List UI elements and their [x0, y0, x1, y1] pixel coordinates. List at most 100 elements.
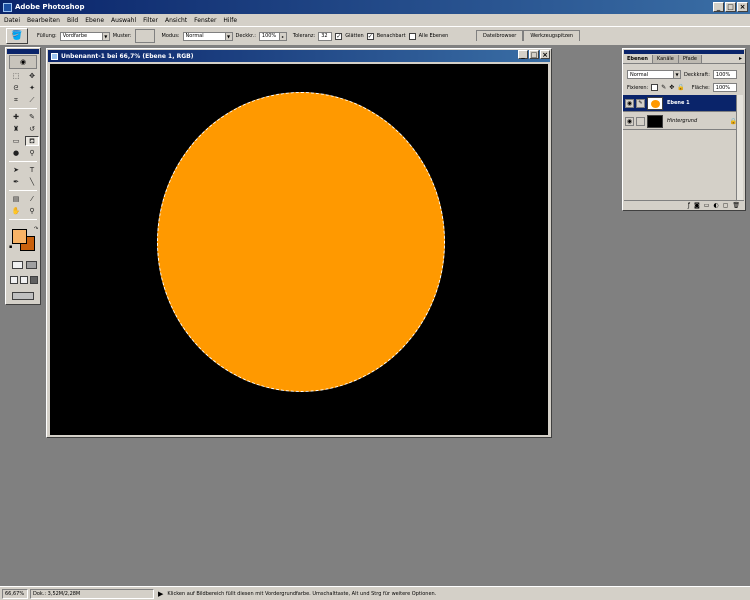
- history-brush-tool-icon[interactable]: ↺: [25, 124, 39, 134]
- maximize-button[interactable]: □: [725, 2, 736, 12]
- status-hint-text: Klicken auf Bildbereich füllt diesen mit…: [167, 590, 437, 597]
- layer-fill-field[interactable]: 100%: [712, 83, 737, 92]
- layers-panel-title-bar[interactable]: [624, 50, 744, 54]
- default-colors-icon[interactable]: ▪: [9, 244, 12, 250]
- tab-filebrowser[interactable]: Dateibrowser: [476, 30, 524, 41]
- menu-bearbeiten[interactable]: Bearbeiten: [27, 17, 60, 24]
- chevron-down-icon: ▼: [101, 32, 109, 40]
- layer-thumbnail: [647, 96, 663, 110]
- image-canvas[interactable]: [50, 64, 548, 435]
- layer-row-ebene-1[interactable]: ◉ ✎ Ebene 1: [623, 95, 741, 112]
- menu-bild[interactable]: Bild: [67, 17, 78, 24]
- doc-size-info[interactable]: Dok.: 3,52M/2,28M: [30, 588, 154, 599]
- screen-mode-standard-icon[interactable]: [10, 276, 18, 284]
- brush-tool-icon[interactable]: ✎: [25, 112, 39, 122]
- tab-layers[interactable]: Ebenen: [623, 55, 653, 63]
- contiguous-checkbox[interactable]: ✓: [366, 32, 374, 40]
- adjustment-layer-icon[interactable]: ◐: [713, 202, 718, 209]
- healing-brush-tool-icon[interactable]: ✚: [9, 112, 23, 122]
- foreground-color-swatch[interactable]: [12, 229, 27, 244]
- line-tool-icon[interactable]: ╲: [25, 177, 39, 187]
- panel-menu-icon[interactable]: ▸: [736, 55, 745, 63]
- minimize-button[interactable]: _: [713, 2, 724, 12]
- doc-maximize-button[interactable]: □: [529, 50, 539, 59]
- doc-close-button[interactable]: ×: [540, 50, 550, 59]
- hand-tool-icon[interactable]: ✋: [9, 206, 23, 216]
- antialias-label: Glätten: [345, 33, 364, 39]
- lock-label: Fixieren:: [627, 84, 649, 91]
- blend-mode-select[interactable]: Normal ▼: [627, 70, 681, 79]
- zoom-field[interactable]: 66,67%: [2, 588, 28, 599]
- fill-select[interactable]: Vordfarbe ▼: [59, 31, 110, 41]
- opacity-field[interactable]: 100% ▸: [258, 31, 287, 41]
- pen-tool-icon[interactable]: ✒: [9, 177, 23, 187]
- menu-ansicht[interactable]: Ansicht: [165, 17, 187, 24]
- paint-bucket-icon: 🪣: [11, 31, 23, 41]
- tool-preset-picker[interactable]: 🪣: [6, 28, 28, 44]
- orange-circle-selection[interactable]: [157, 92, 445, 392]
- play-arrow-icon[interactable]: ▶: [158, 590, 163, 598]
- lasso-tool-icon[interactable]: ᘓ: [9, 83, 23, 93]
- tolerance-input[interactable]: 32: [318, 31, 333, 41]
- move-tool-icon[interactable]: ✥: [25, 71, 39, 81]
- lock-position-icon[interactable]: ✥: [669, 84, 674, 91]
- tab-brush-presets[interactable]: Werkzeugspitzen: [523, 30, 581, 41]
- standard-mode-icon[interactable]: [12, 261, 23, 269]
- menu-auswahl[interactable]: Auswahl: [111, 17, 136, 24]
- tab-paths[interactable]: Pfade: [678, 55, 702, 63]
- layer-mask-icon[interactable]: ◙: [694, 202, 700, 209]
- marquee-tool-icon[interactable]: ⬚: [9, 71, 23, 81]
- lock-all-icon[interactable]: 🔒: [677, 84, 684, 91]
- swap-colors-icon[interactable]: ↷: [34, 226, 38, 232]
- zoom-value: 66,67%: [5, 590, 25, 597]
- notes-tool-icon[interactable]: ▤: [9, 194, 23, 204]
- screen-mode-full-icon[interactable]: [30, 276, 38, 284]
- pattern-picker[interactable]: [134, 29, 155, 43]
- document-title-bar[interactable]: Unbenannt-1 bei 66,7% (Ebene 1, RGB) _ □…: [48, 50, 550, 62]
- tab-channels[interactable]: Kanäle: [652, 55, 679, 63]
- menu-fenster[interactable]: Fenster: [194, 17, 216, 24]
- mode-select[interactable]: Normal ▼: [182, 31, 233, 41]
- menu-filter[interactable]: Filter: [143, 17, 158, 24]
- lock-transparency-checkbox[interactable]: [651, 84, 659, 91]
- crop-tool-icon[interactable]: ⌗: [9, 95, 23, 105]
- layer-brush-link-icon[interactable]: [636, 116, 645, 126]
- magic-wand-tool-icon[interactable]: ✦: [25, 83, 39, 93]
- visibility-eye-icon[interactable]: ◉: [625, 116, 634, 126]
- document-icon: [51, 52, 58, 60]
- layer-row-hintergrund[interactable]: ◉ Hintergrund 🔒: [623, 113, 741, 130]
- quick-mask-mode-icon[interactable]: [26, 261, 37, 269]
- paint-bucket-tool-icon[interactable]: ⛾: [25, 136, 39, 146]
- path-selection-tool-icon[interactable]: ➤: [9, 165, 23, 175]
- new-set-icon[interactable]: ▭: [704, 202, 710, 209]
- eraser-tool-icon[interactable]: ▭: [9, 136, 23, 146]
- toolbox-title-bar[interactable]: [7, 49, 39, 54]
- all-layers-checkbox[interactable]: [408, 32, 416, 40]
- chevron-down-icon: ▼: [673, 71, 680, 78]
- antialias-checkbox[interactable]: ✓: [335, 32, 343, 40]
- type-tool-icon[interactable]: T: [25, 165, 39, 175]
- blur-tool-icon[interactable]: ●: [9, 148, 23, 158]
- trash-icon[interactable]: 🗑: [732, 202, 740, 209]
- eyedropper-tool-icon[interactable]: ⁄: [25, 194, 39, 204]
- layer-brush-link-icon[interactable]: ✎: [636, 98, 645, 108]
- new-layer-icon[interactable]: ▢: [723, 202, 729, 209]
- layers-scrollbar[interactable]: [736, 95, 743, 201]
- jump-to-imageready-icon[interactable]: [12, 292, 34, 300]
- dodge-tool-icon[interactable]: ⚲: [25, 148, 39, 158]
- zoom-tool-icon[interactable]: ⚲: [25, 206, 39, 216]
- menu-datei[interactable]: Datei: [4, 17, 20, 24]
- clone-stamp-tool-icon[interactable]: ♜: [9, 124, 23, 134]
- menu-ebene[interactable]: Ebene: [85, 17, 104, 24]
- doc-minimize-button[interactable]: _: [518, 50, 528, 59]
- layer-style-icon[interactable]: ƒ: [688, 202, 690, 209]
- lock-pixels-icon[interactable]: ✎: [661, 84, 666, 91]
- visibility-eye-icon[interactable]: ◉: [625, 98, 634, 108]
- menu-hilfe[interactable]: Hilfe: [223, 17, 237, 24]
- document-title: Unbenannt-1 bei 66,7% (Ebene 1, RGB): [61, 52, 194, 60]
- slice-tool-icon[interactable]: ⟋: [25, 95, 39, 105]
- photoshop-eye-logo-icon[interactable]: ◉: [9, 55, 37, 69]
- screen-mode-full-menu-icon[interactable]: [20, 276, 28, 284]
- close-button[interactable]: ×: [737, 2, 748, 12]
- layer-opacity-field[interactable]: 100%: [712, 70, 737, 79]
